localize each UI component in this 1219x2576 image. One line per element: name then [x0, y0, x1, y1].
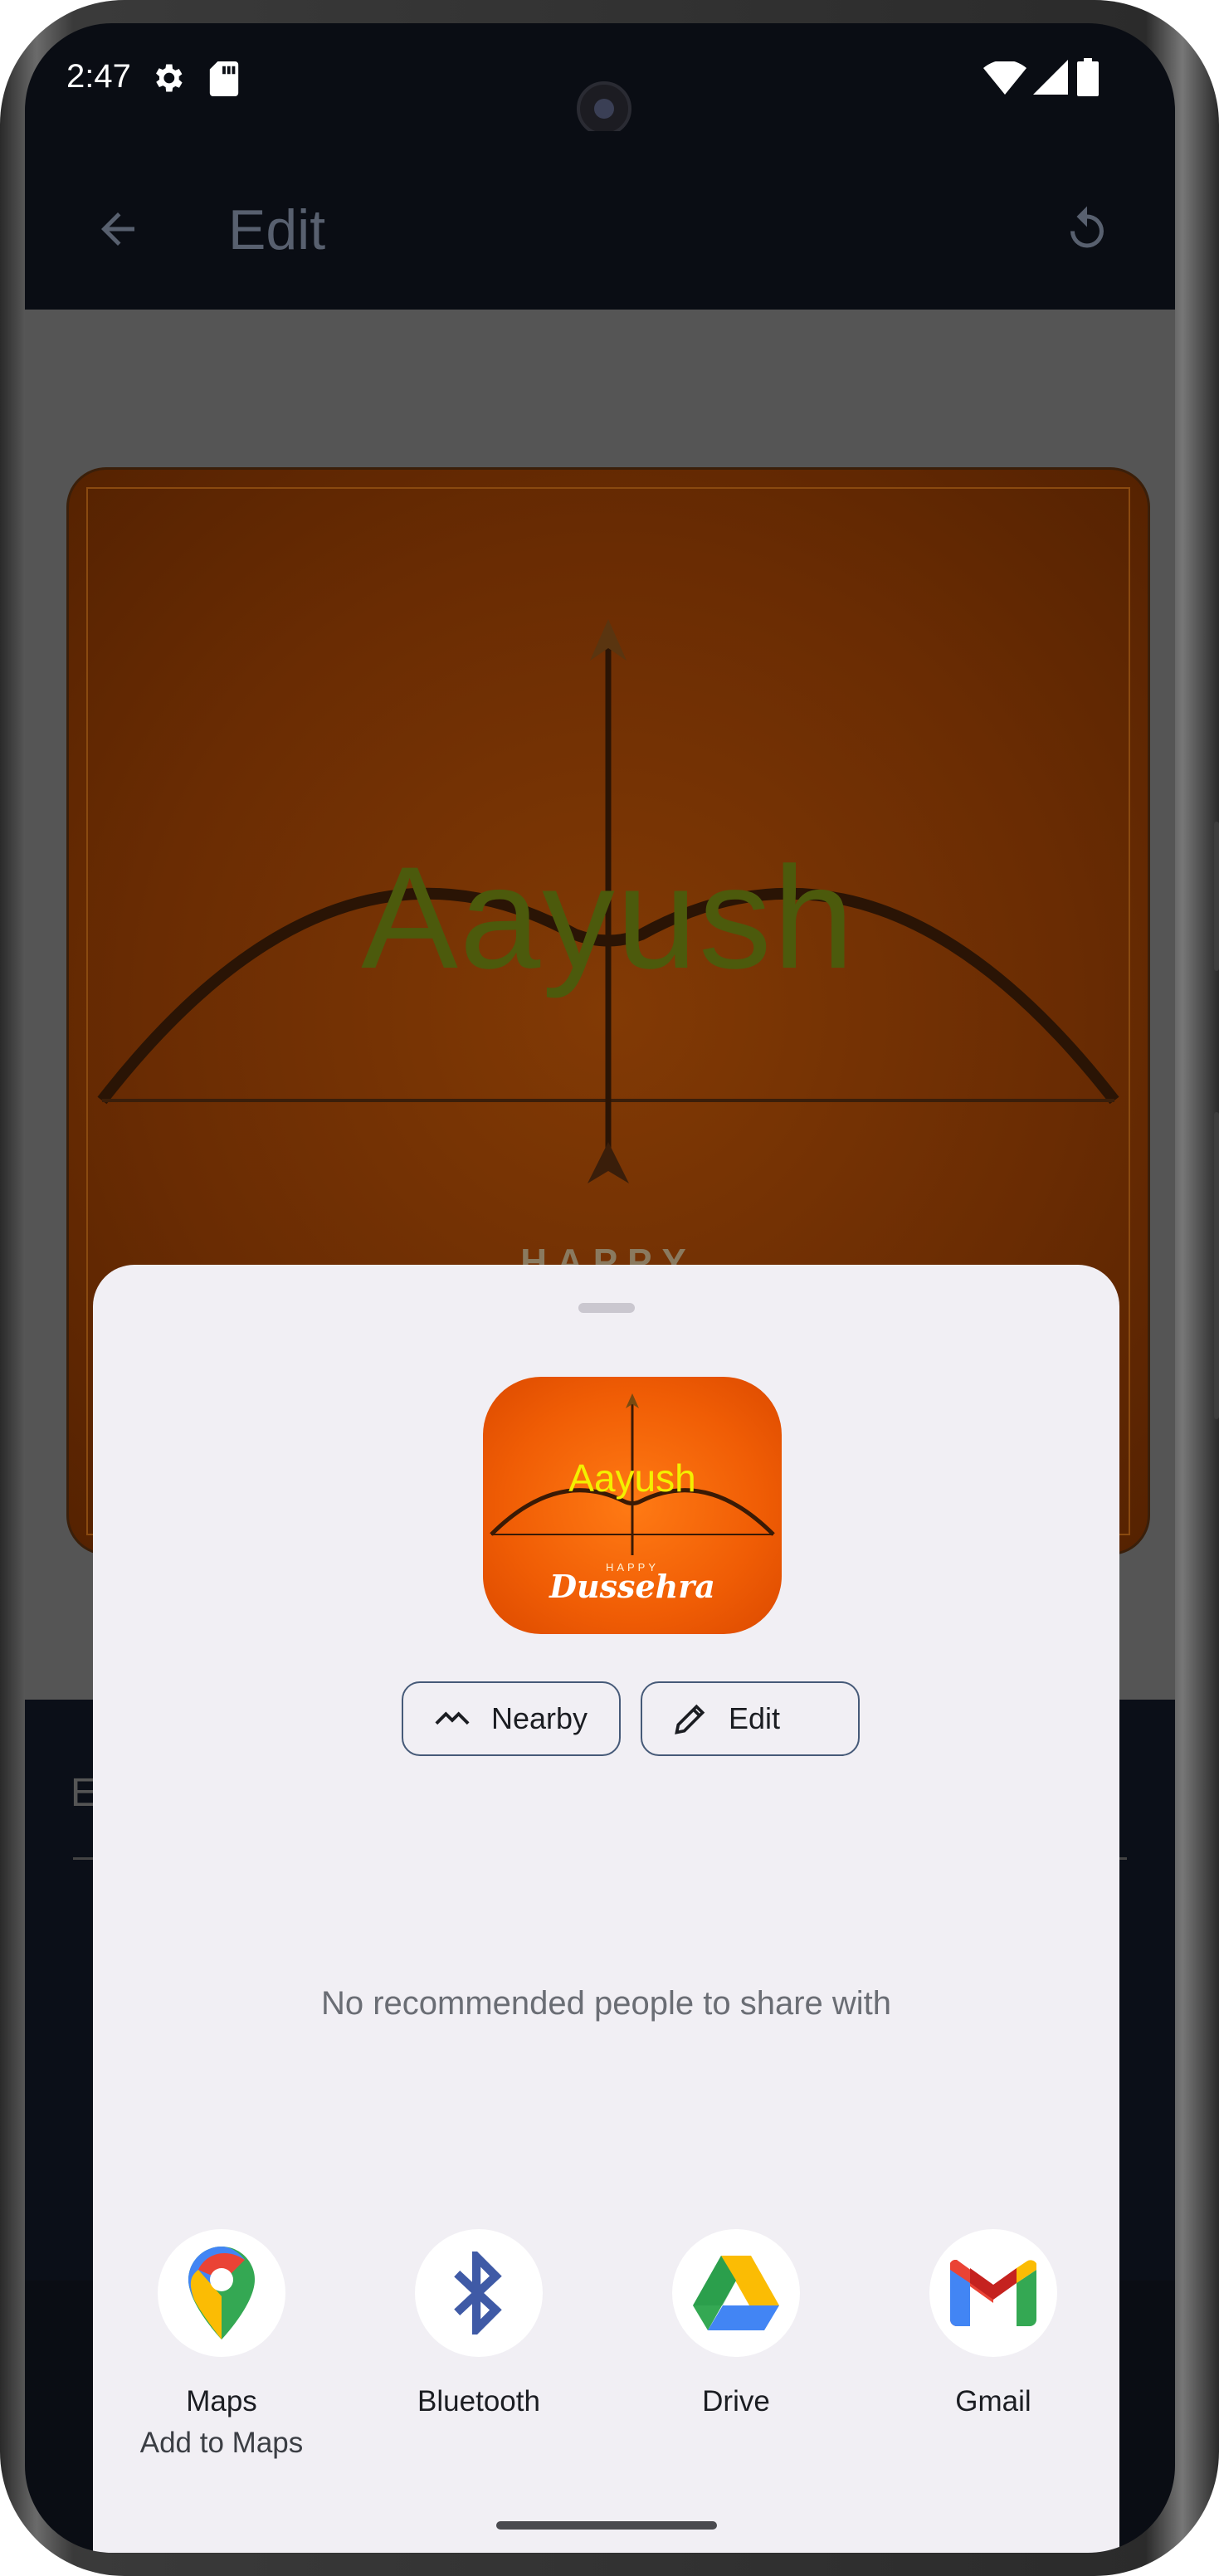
sd-card-icon [209, 61, 239, 105]
edit-label: Edit [729, 1701, 781, 1735]
status-time: 2:47 [66, 58, 131, 95]
settings-icon [149, 60, 186, 105]
gesture-nav-bar[interactable] [496, 2521, 717, 2530]
front-camera [577, 81, 631, 136]
drag-handle[interactable] [578, 1303, 635, 1313]
preview-dussehra-text: Dussehra [549, 1568, 715, 1605]
reset-icon[interactable] [1062, 204, 1112, 258]
card-name-text: Aayush [361, 837, 856, 999]
signal-icon [1033, 60, 1068, 103]
bluetooth-label: Bluetooth [417, 2385, 540, 2417]
nearby-label: Nearby [491, 1701, 588, 1735]
screen: 2:47 Edit Aayush HAPPY E Aayush HAPPY Du… [25, 23, 1175, 2553]
nearby-share-button[interactable]: Nearby [402, 1681, 621, 1756]
pencil-icon [675, 1704, 705, 1734]
gmail-icon [950, 2260, 1036, 2326]
preview-name-text: Aayush [568, 1456, 696, 1500]
maps-sublabel: Add to Maps [139, 2427, 304, 2459]
no-recommendations-text: No recommended people to share with [320, 1985, 892, 2022]
share-target-drive[interactable]: Drive [645, 2229, 827, 2418]
drive-label: Drive [702, 2385, 770, 2417]
nearby-share-icon [435, 1711, 470, 1725]
back-icon[interactable] [93, 204, 143, 258]
page-title: Edit [228, 198, 326, 261]
wifi-icon [983, 60, 1026, 103]
maps-label: Maps [186, 2385, 257, 2417]
power-button [1214, 1112, 1219, 1419]
share-target-maps[interactable]: Maps Add to Maps [130, 2229, 313, 2460]
battery-icon [1077, 58, 1099, 105]
google-drive-icon [693, 2256, 779, 2330]
share-preview-image: Aayush HAPPY Dussehra [483, 1377, 782, 1634]
google-maps-icon [188, 2247, 255, 2339]
app-bar: Edit [25, 131, 1175, 310]
gmail-label: Gmail [955, 2385, 1031, 2417]
share-target-bluetooth[interactable]: Bluetooth [388, 2229, 570, 2418]
bluetooth-icon [454, 2252, 502, 2334]
share-sheet: Aayush HAPPY Dussehra Nearby Edit No rec… [93, 1265, 1119, 2553]
share-target-gmail[interactable]: Gmail [902, 2229, 1085, 2418]
volume-button [1214, 822, 1219, 971]
edit-button[interactable]: Edit [641, 1681, 860, 1756]
